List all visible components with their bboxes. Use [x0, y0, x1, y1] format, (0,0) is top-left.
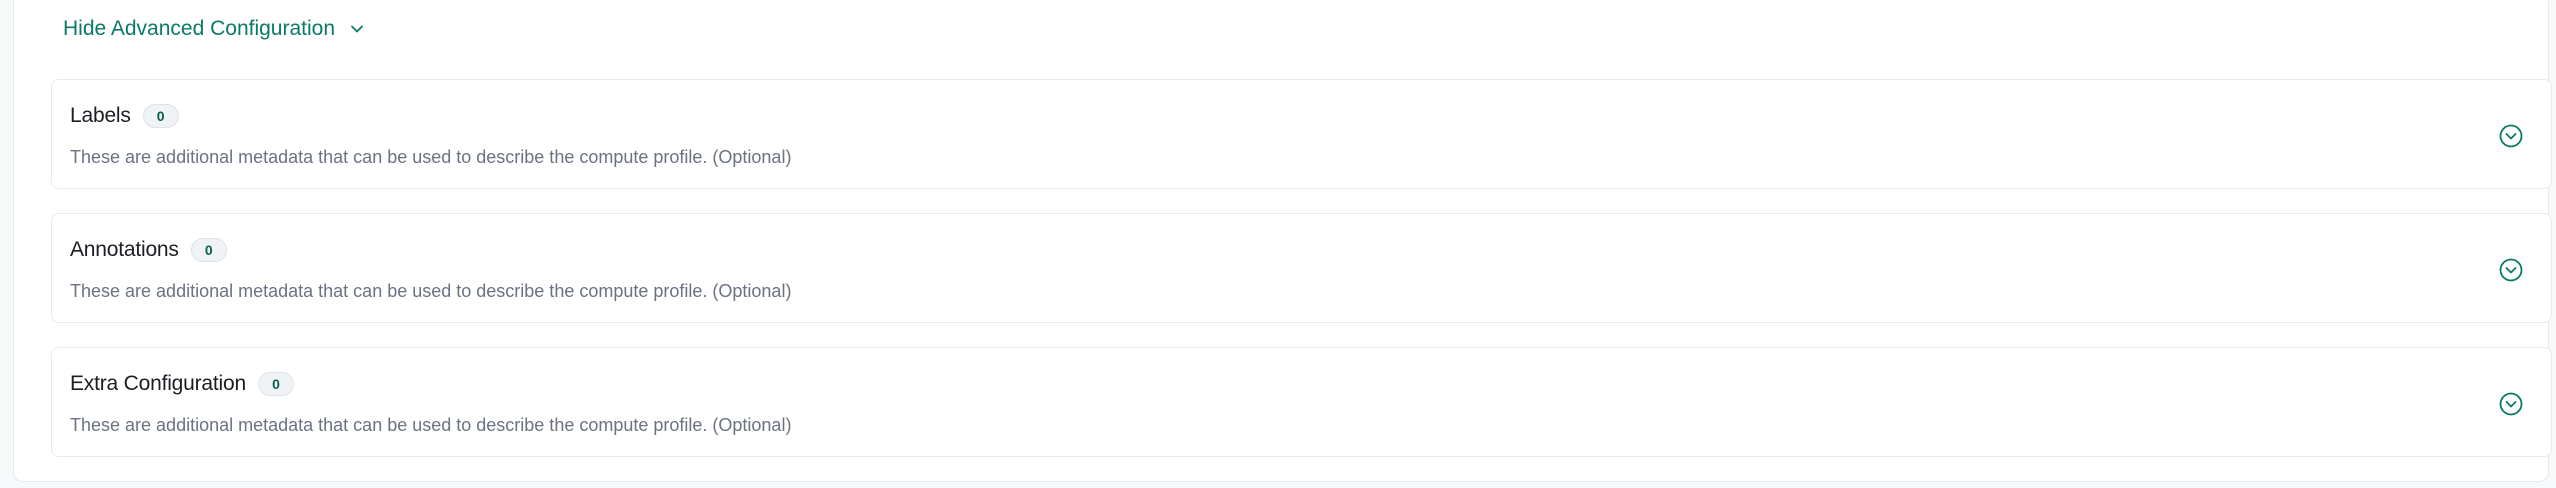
section-header: Annotations 0 — [70, 236, 227, 264]
chevron-down-circle-icon[interactable] — [2497, 256, 2525, 284]
section-title: Labels — [70, 104, 131, 127]
count-badge: 0 — [142, 104, 179, 128]
section-title: Extra Configuration — [70, 372, 246, 395]
chevron-down-circle-icon[interactable] — [2497, 390, 2525, 418]
section-title: Annotations — [70, 238, 179, 261]
section-description: These are additional metadata that can b… — [70, 281, 792, 301]
section-description: These are additional metadata that can b… — [70, 415, 792, 435]
section-description: These are additional metadata that can b… — [70, 147, 792, 167]
count-badge: 0 — [257, 372, 294, 396]
section-header: Labels 0 — [70, 102, 179, 130]
extra-configuration-section[interactable]: Extra Configuration 0 These are addition… — [51, 347, 2552, 457]
advanced-configuration-panel: Hide Advanced Configuration Labels 0 The… — [13, 0, 2552, 482]
hide-advanced-configuration-toggle[interactable]: Hide Advanced Configuration — [63, 13, 365, 45]
chevron-down-circle-icon[interactable] — [2497, 122, 2525, 150]
section-header: Extra Configuration 0 — [70, 370, 294, 398]
toggle-label: Hide Advanced Configuration — [63, 17, 336, 40]
count-badge: 0 — [190, 238, 227, 262]
chevron-down-icon — [349, 21, 365, 37]
annotations-section[interactable]: Annotations 0 These are additional metad… — [51, 213, 2552, 323]
labels-section[interactable]: Labels 0 These are additional metadata t… — [51, 79, 2552, 189]
